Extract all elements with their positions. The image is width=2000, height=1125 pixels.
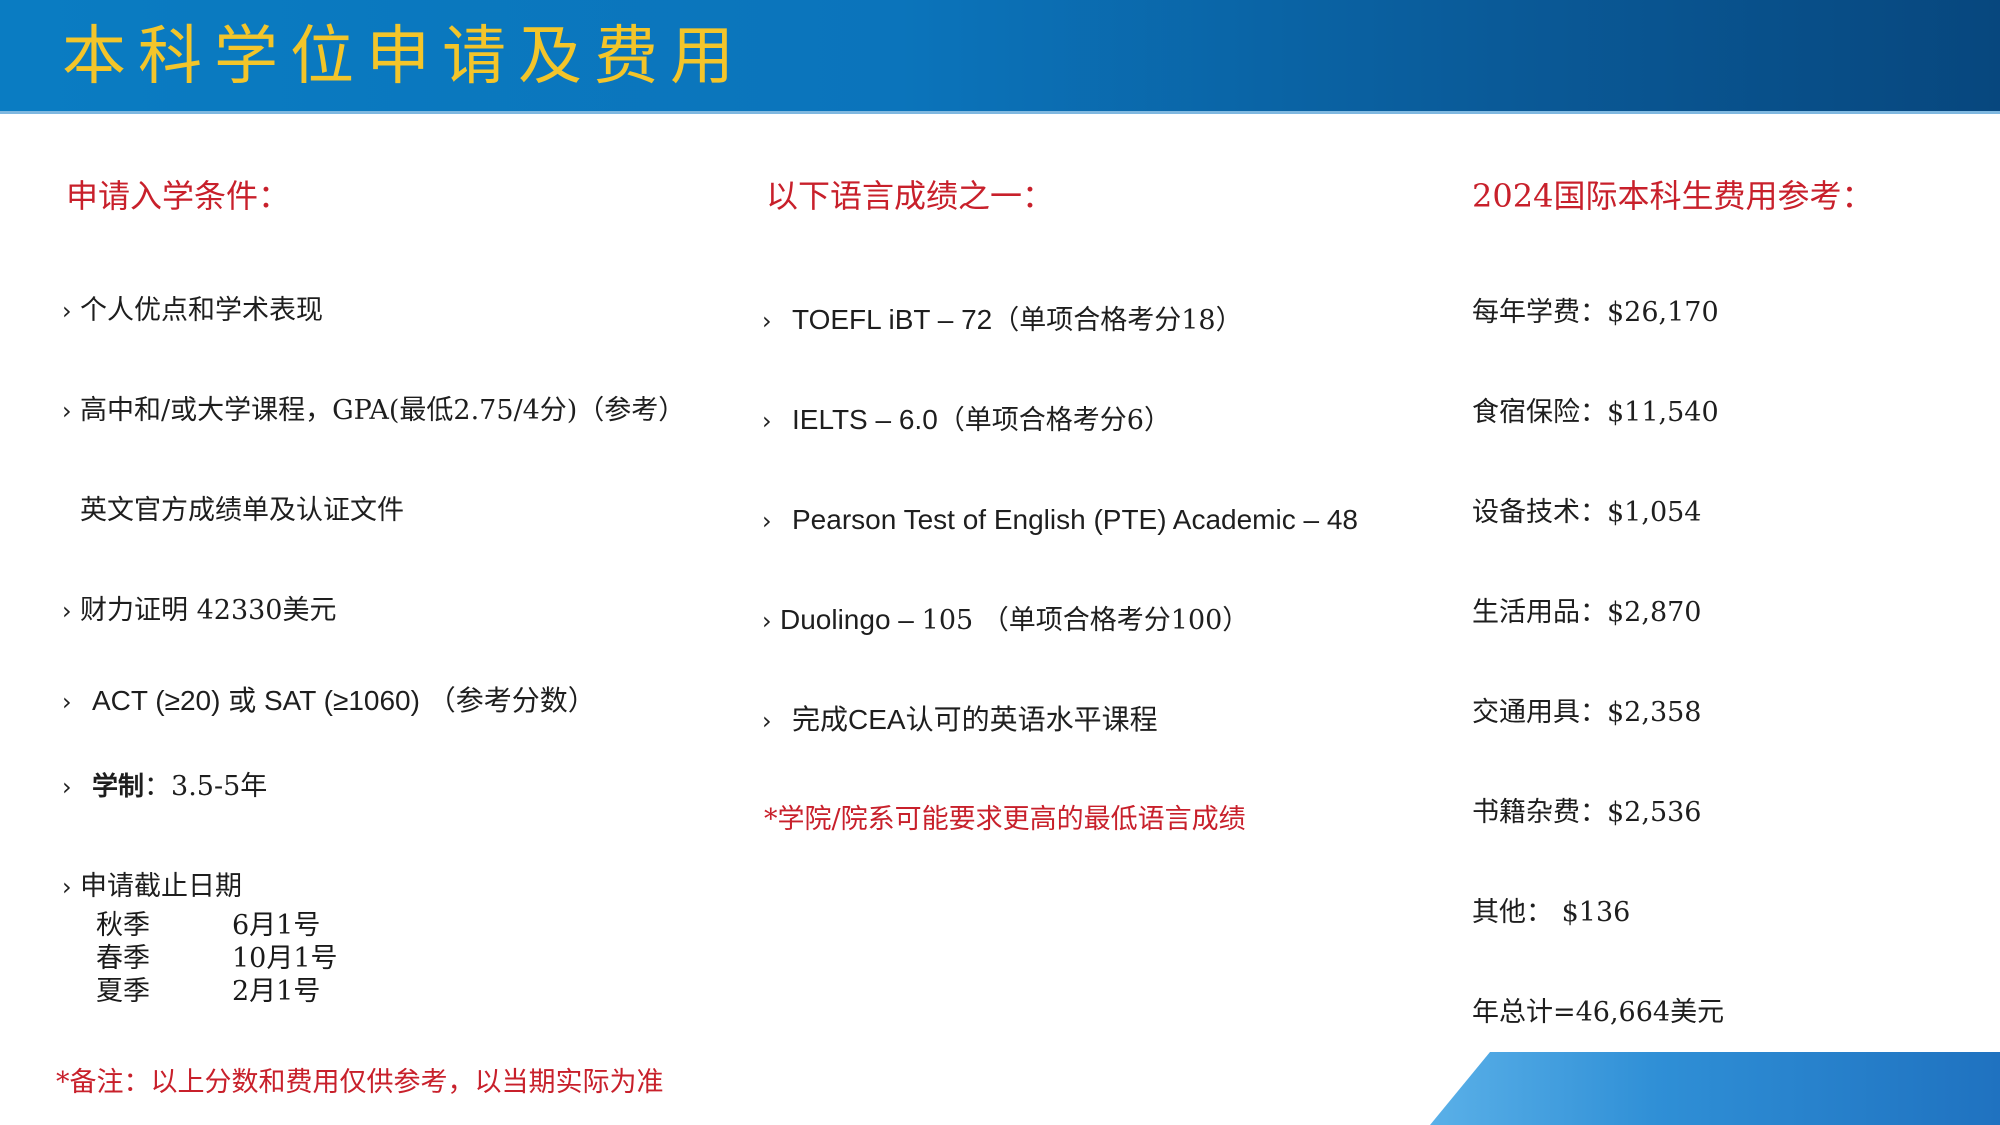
fee-total: 年总计=46,664美元	[1472, 997, 1725, 1028]
requirement-item: › ACT (≥20) 或 SAT (≥1060) （参考分数）	[62, 684, 596, 719]
language-item: › 完成CEA认可的英语水平课程	[762, 703, 1158, 738]
language-score: TOEFL iBT – 72	[792, 304, 993, 335]
chevron-right-icon: ›	[62, 873, 72, 901]
chevron-right-icon: ›	[762, 507, 772, 535]
fee-item: 食宿保险：$11,540	[1472, 397, 1719, 428]
chevron-right-icon: ›	[62, 688, 72, 716]
language-subscore: （单项合格考分6）	[937, 405, 1171, 436]
deadline-date: 2月1号	[232, 976, 321, 1007]
requirement-item: › 高中和/或大学课程，GPA(最低2.75/4分)（参考）	[62, 394, 685, 428]
requirement-text: 高中和/或大学课程，GPA(最低2.75/4分)（参考）	[80, 395, 686, 426]
language-item: › Pearson Test of English (PTE) Academic …	[762, 503, 1358, 538]
requirement-item: › 个人优点和学术表现	[62, 294, 323, 328]
language-score: 完成CEA认可的英语水平课程	[792, 704, 1158, 735]
fee-item: 书籍杂费：$2,536	[1472, 797, 1702, 828]
requirement-text: ACT (≥20) 或 SAT (≥1060) （参考分数）	[92, 685, 596, 716]
admission-requirements-heading: 申请入学条件：	[66, 177, 291, 215]
chevron-right-icon: ›	[762, 407, 772, 435]
chevron-right-icon: ›	[62, 597, 72, 625]
chevron-right-icon: ›	[62, 773, 72, 801]
requirement-item: 英文官方成绩单及认证文件	[80, 494, 404, 528]
language-score: Pearson Test of English (PTE) Academic –…	[792, 504, 1358, 535]
deadline-date: 10月1号	[232, 943, 338, 974]
language-item: › Duolingo – 105 （单项合格考分100）	[762, 603, 1249, 638]
reference-note: *备注：以上分数和费用仅供参考，以当期实际为准	[56, 1067, 664, 1098]
title-banner: 本科学位申请及费用	[0, 0, 2000, 114]
requirement-item: › 财力证明 42330美元	[62, 594, 336, 628]
language-score: Duolingo –	[780, 604, 922, 635]
language-item: › TOEFL iBT – 72（单项合格考分18）	[762, 303, 1243, 338]
chevron-right-icon: ›	[762, 607, 772, 635]
deadline-season: 秋季	[96, 910, 150, 941]
deadline-row: 夏季 2月1号	[96, 975, 320, 1008]
fee-item: 每年学费：$26,170	[1472, 297, 1719, 328]
deadline-date: 6月1号	[232, 910, 321, 941]
language-item: › IELTS – 6.0（单项合格考分6）	[762, 403, 1171, 438]
requirement-text: 个人优点和学术表现	[80, 295, 323, 326]
duration-label: 学制	[92, 772, 145, 802]
fee-item: 交通用具：$2,358	[1472, 697, 1702, 728]
fees-heading: 2024国际本科生费用参考：	[1472, 177, 1874, 215]
deadline-season: 春季	[96, 943, 150, 974]
fee-item: 其他： $136	[1472, 897, 1631, 928]
deadline-row: 春季 10月1号	[96, 942, 338, 975]
requirement-text: 财力证明 42330美元	[80, 595, 337, 626]
duration-item: › 学制：3.5-5年	[62, 770, 267, 804]
fee-item: 设备技术：$1,054	[1472, 497, 1702, 528]
fee-item: 生活用品：$2,870	[1472, 597, 1702, 628]
language-note: *学院/院系可能要求更高的最低语言成绩	[764, 804, 1246, 835]
language-score: IELTS – 6.0	[792, 404, 938, 435]
duration-value: ：3.5-5年	[144, 771, 268, 802]
deadline-heading-text: 申请截止日期	[80, 871, 242, 902]
deadline-heading: › 申请截止日期	[62, 870, 242, 904]
chevron-right-icon: ›	[62, 297, 72, 325]
deadline-season: 夏季	[96, 976, 150, 1007]
language-subscore: （单项合格考分18）	[992, 305, 1243, 336]
chevron-right-icon: ›	[762, 707, 772, 735]
deadline-row: 秋季 6月1号	[96, 909, 320, 942]
language-scores-heading: 以下语言成绩之一：	[766, 177, 1055, 215]
chevron-right-icon: ›	[762, 307, 772, 335]
chevron-right-icon: ›	[62, 397, 72, 425]
page-title: 本科学位申请及费用	[62, 20, 746, 94]
requirement-text: 英文官方成绩单及认证文件	[80, 495, 404, 526]
decorative-corner-shape	[1430, 1052, 2000, 1125]
language-subscore: 105 （单项合格考分100）	[921, 605, 1250, 636]
